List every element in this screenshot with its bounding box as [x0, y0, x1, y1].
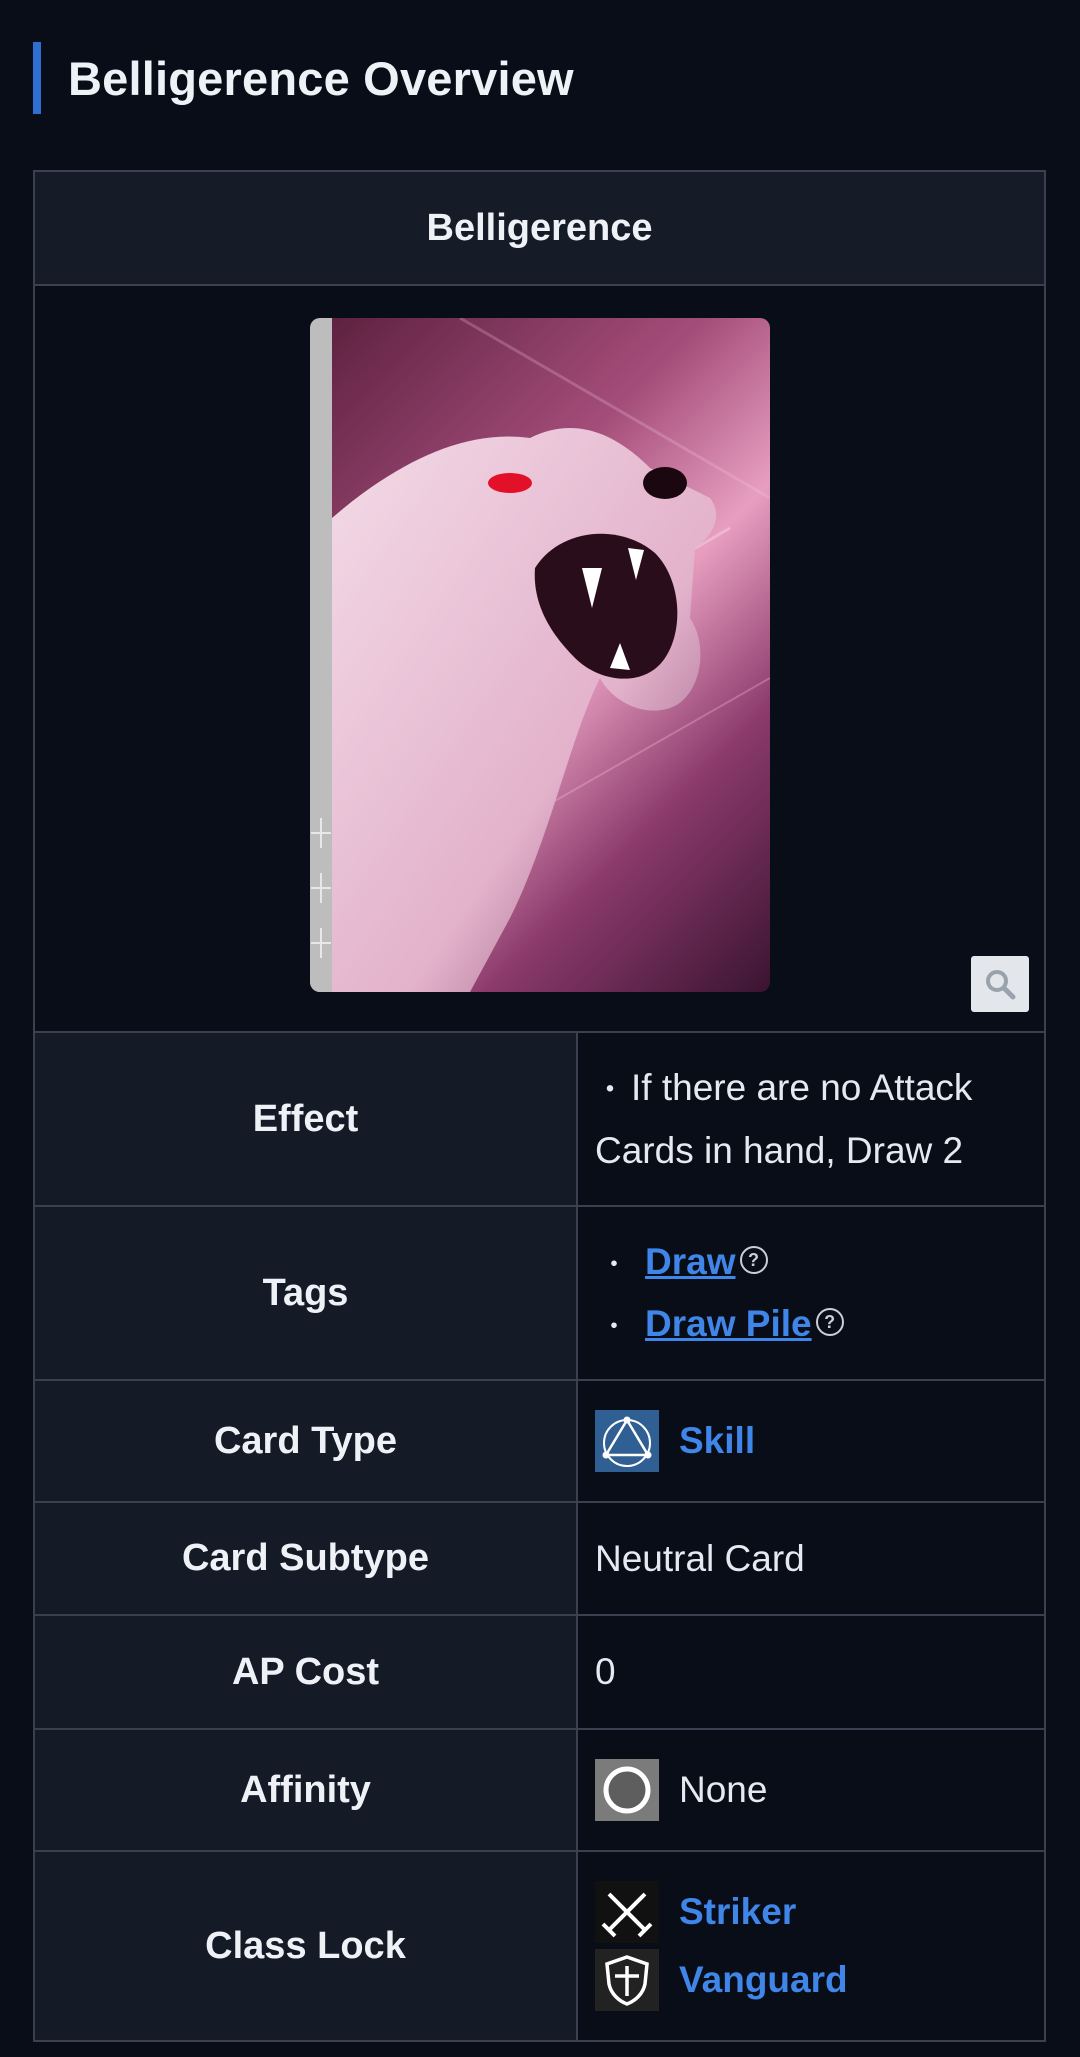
card-type-value: Skill [578, 1381, 1044, 1501]
ap-cost-label: AP Cost [35, 1616, 578, 1728]
tag-link-draw[interactable]: Draw [645, 1241, 735, 1283]
card-image-panel [35, 286, 1044, 1033]
crossed-swords-icon [595, 1881, 659, 1943]
affinity-text: None [679, 1769, 768, 1810]
help-icon[interactable]: ? [739, 1246, 768, 1274]
ap-cost-value: 0 [578, 1616, 1044, 1728]
tag-link-draw-pile[interactable]: Draw Pile [645, 1303, 812, 1345]
card-artwork[interactable] [310, 318, 770, 992]
effect-value: ・ If there are no Attack Cards in hand, D… [578, 1033, 1044, 1205]
tag-bullet: ・ [601, 1310, 628, 1341]
row-card-type: Card Type Skill [35, 1381, 1044, 1503]
card-subtype-value: Neutral Card [578, 1503, 1044, 1614]
row-ap-cost: AP Cost 0 [35, 1616, 1044, 1730]
zoom-button[interactable] [971, 956, 1029, 1012]
skill-triangle-icon [595, 1410, 659, 1472]
affinity-value: None [578, 1730, 1044, 1850]
row-card-subtype: Card Subtype Neutral Card [35, 1503, 1044, 1616]
card-infobox: Belligerence Effect ・ If there are no At… [33, 170, 1046, 2042]
effect-bullet: ・ [595, 1073, 625, 1107]
tag-bullet: ・ [601, 1248, 628, 1279]
effect-text: If there are no Attack Cards in hand, Dr… [595, 1066, 973, 1171]
row-effect: Effect ・ If there are no Attack Cards in … [35, 1033, 1044, 1207]
card-subtype-label: Card Subtype [35, 1503, 578, 1614]
page-title: Belligerence Overview [68, 51, 574, 105]
effect-label: Effect [35, 1033, 578, 1205]
shield-icon [595, 1949, 659, 2011]
help-icon[interactable]: ? [815, 1308, 844, 1336]
tag-item: ・ Draw Pile ? [595, 1293, 1044, 1355]
tag-item: ・ Draw ? [595, 1231, 1044, 1293]
class-lock-label: Class Lock [35, 1852, 578, 2040]
tags-label: Tags [35, 1207, 578, 1379]
row-affinity: Affinity None [35, 1730, 1044, 1852]
class-link-striker[interactable]: Striker [679, 1891, 796, 1933]
page-heading: Belligerence Overview [33, 42, 574, 114]
affinity-label: Affinity [35, 1730, 578, 1850]
infobox-title: Belligerence [35, 172, 1044, 286]
row-tags: Tags ・ Draw ? ・ Draw Pile ? [35, 1207, 1044, 1381]
card-type-link[interactable]: Skill [679, 1420, 755, 1462]
circle-icon [595, 1759, 659, 1821]
card-type-label: Card Type [35, 1381, 578, 1501]
class-lock-value: Striker Vanguard [578, 1852, 1044, 2040]
tags-value: ・ Draw ? ・ Draw Pile ? [578, 1207, 1044, 1379]
magnifier-icon [986, 970, 1016, 1000]
row-class-lock: Class Lock Striker Vanguard [35, 1852, 1044, 2040]
class-link-vanguard[interactable]: Vanguard [679, 1959, 848, 2001]
